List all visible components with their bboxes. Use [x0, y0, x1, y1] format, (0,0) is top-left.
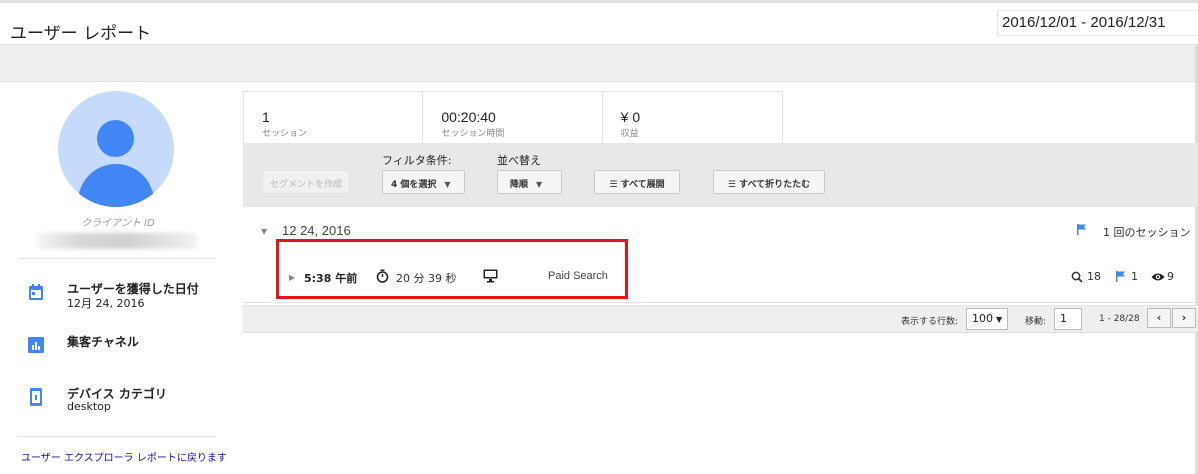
- sort-select-value: 降順: [510, 180, 529, 190]
- avatar-body: [78, 164, 154, 207]
- filter-select-value: 4 個を選択: [391, 180, 437, 190]
- eye-icon: [1151, 273, 1165, 281]
- expand-all-label: すべて展開: [620, 180, 665, 190]
- divider: [18, 436, 216, 437]
- device-icon: [30, 388, 42, 406]
- metric-value: ¥ 0: [620, 109, 641, 125]
- sort-select[interactable]: 降順 ▼: [497, 170, 562, 194]
- filter-select[interactable]: 4 個を選択 ▼: [382, 170, 465, 194]
- collapse-all-button[interactable]: ☰ すべて折りたたむ: [713, 170, 825, 194]
- client-id-value-redacted: [38, 233, 198, 249]
- prev-page-button[interactable]: ‹: [1147, 308, 1171, 328]
- rows-per-page-label: 表示する行数:: [901, 317, 959, 327]
- event-count: 1: [1131, 270, 1138, 283]
- acquired-date-value: 12月 24, 2016: [67, 297, 145, 310]
- page-range: 1 - 28/28: [1099, 314, 1140, 324]
- divider: [18, 258, 216, 259]
- metric-session-duration: 00:20:40 セッション時間: [423, 92, 603, 144]
- flag-icon: [1077, 224, 1086, 235]
- search-icon: [1071, 271, 1083, 283]
- device-value: desktop: [67, 400, 111, 413]
- next-page-button[interactable]: ›: [1172, 308, 1196, 328]
- date-range-picker[interactable]: 2016/12/01 - 2016/12/31: [997, 10, 1198, 36]
- create-segment-button[interactable]: セグメントを作成: [262, 170, 350, 194]
- sort-label: 並べ替え: [497, 154, 541, 167]
- chevron-down-icon: ▼: [444, 180, 451, 189]
- pageview-count: 9: [1167, 270, 1174, 283]
- avatar-head: [97, 120, 134, 157]
- rows-per-page-value: 100: [972, 312, 993, 325]
- rows-per-page-select[interactable]: 100 ▼: [966, 308, 1008, 330]
- goto-page-input[interactable]: 1: [1054, 308, 1082, 330]
- metric-revenue: ¥ 0 収益: [603, 92, 782, 144]
- search-count: 18: [1087, 270, 1101, 283]
- metric-value: 00:20:40: [441, 109, 496, 125]
- collapse-all-label: すべて折りたたむ: [739, 180, 811, 190]
- report-toolbar: [0, 44, 1198, 82]
- filter-label: フィルタ条件:: [382, 154, 452, 167]
- chevron-down-icon: ▼: [536, 180, 543, 189]
- collapse-chevron-icon[interactable]: ▼: [261, 227, 267, 236]
- metric-label: 収益: [620, 129, 639, 139]
- back-to-explorer-link[interactable]: ユーザー エクスプローラ レポートに戻ります: [21, 449, 227, 464]
- channel-label: 集客チャネル: [67, 335, 139, 349]
- expand-all-button[interactable]: ☰ すべて展開: [594, 170, 680, 194]
- calendar-icon: [29, 284, 43, 300]
- list-icon: ☰: [727, 180, 740, 190]
- bar-chart-icon: [28, 337, 44, 353]
- top-border: [0, 0, 1198, 3]
- avatar: [58, 91, 174, 207]
- expand-icon: ☰: [609, 180, 621, 190]
- session-count: 1 回のセッション: [1103, 226, 1191, 239]
- date-group-date: 12 24, 2016: [282, 223, 351, 238]
- metric-label: セッション時間: [441, 129, 505, 139]
- chevron-down-icon: ▼: [996, 315, 1003, 324]
- metric-label: セッション: [262, 129, 308, 139]
- highlight-box: [276, 239, 628, 299]
- metric-sessions: 1 セッション: [244, 92, 424, 144]
- page-title: ユーザー レポート: [10, 24, 152, 44]
- summary-metrics: 1 セッション 00:20:40 セッション時間 ¥ 0 収益: [243, 91, 783, 144]
- client-id-label: クライアント ID: [81, 218, 155, 229]
- event-flag-icon: [1116, 271, 1125, 282]
- metric-value: 1: [262, 109, 270, 125]
- goto-label: 移動:: [1025, 317, 1047, 327]
